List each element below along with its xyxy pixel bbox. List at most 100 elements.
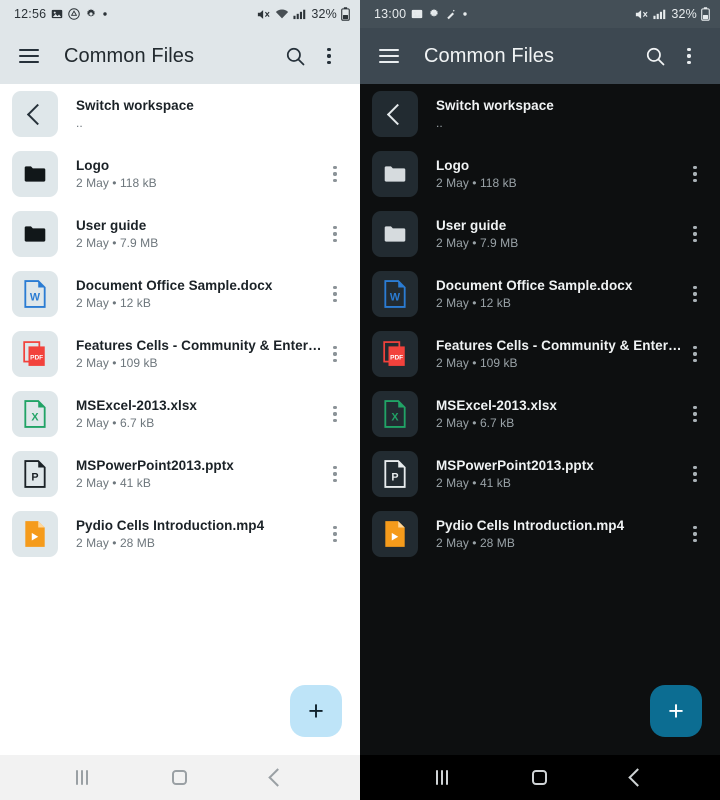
file-overflow-icon[interactable] [322,465,348,483]
file-row[interactable]: X MSExcel-2013.xlsx 2 May • 6.7 kB [360,384,720,444]
app-bar: Common Files [0,28,360,84]
hamburger-icon[interactable] [16,43,42,69]
add-fab[interactable]: + [650,685,702,737]
drive-icon [68,8,81,20]
file-overflow-icon[interactable] [322,525,348,543]
file-row[interactable]: P MSPowerPoint2013.pptx 2 May • 41 kB [360,444,720,504]
back-icon[interactable] [268,768,287,787]
status-right-group: 32% [635,7,710,21]
file-row[interactable]: Pydio Cells Introduction.mp4 2 May • 28 M… [0,504,360,564]
switch-workspace-sub: .. [436,116,443,130]
file-overflow-icon[interactable] [682,405,708,423]
file-list[interactable]: Switch workspace.. Logo 2 May • 118 kB User… [360,84,720,755]
file-name: MSExcel-2013.xlsx [436,398,557,413]
image-icon [411,8,423,20]
file-row[interactable]: User guide 2 May • 7.9 MB [0,204,360,264]
file-name: Logo [76,158,110,173]
file-name: Pydio Cells Introduction.mp4 [436,518,625,533]
file-row[interactable]: User guide 2 May • 7.9 MB [360,204,720,264]
file-row[interactable]: PDF Features Cells - Community & Enterpr…… [0,324,360,384]
switch-workspace-row[interactable]: Switch workspace.. [360,84,720,144]
gear-icon [428,8,440,20]
file-row[interactable]: W Document Office Sample.docx 2 May • 12 k… [360,264,720,324]
phone-screen-light: 12:56 32% Common Files Switch workspace.. Lo… [0,0,360,800]
mute-icon [257,8,271,21]
file-overflow-icon[interactable] [322,405,348,423]
file-row[interactable]: Pydio Cells Introduction.mp4 2 May • 28 M… [360,504,720,564]
file-meta: 2 May • 7.9 MB [76,236,159,250]
wifi-icon [275,8,289,20]
file-type-icon-pdf: PDF [372,331,418,377]
file-type-icon-folder [372,211,418,257]
home-icon[interactable] [532,770,547,785]
file-meta: 2 May • 109 kB [436,356,518,370]
file-type-icon-folder [372,151,418,197]
file-overflow-icon[interactable] [682,345,708,363]
battery-percent: 32% [671,7,697,21]
gear-icon [85,8,97,20]
dual-phone-comparison: 12:56 32% Common Files Switch workspace.. Lo… [0,0,720,800]
file-overflow-icon[interactable] [682,525,708,543]
file-type-icon-folder [12,151,58,197]
file-row[interactable]: PDF Features Cells - Community & Enterpr…… [360,324,720,384]
file-type-icon-video [372,511,418,557]
file-meta: 2 May • 118 kB [76,176,157,190]
file-type-icon-excel: X [12,391,58,437]
search-icon[interactable] [278,39,312,73]
file-overflow-icon[interactable] [322,165,348,183]
file-overflow-icon[interactable] [322,345,348,363]
file-row[interactable]: P MSPowerPoint2013.pptx 2 May • 41 kB [0,444,360,504]
search-icon[interactable] [638,39,672,73]
recent-apps-icon[interactable] [436,770,448,785]
file-overflow-icon[interactable] [682,225,708,243]
file-row[interactable]: W Document Office Sample.docx 2 May • 12 k… [0,264,360,324]
app-bar: Common Files [360,28,720,84]
svg-text:PDF: PDF [30,354,43,361]
file-name: MSPowerPoint2013.pptx [436,458,594,473]
file-type-icon-pdf: PDF [12,331,58,377]
recent-apps-icon[interactable] [76,770,88,785]
page-title: Common Files [64,44,195,67]
file-meta: 2 May • 12 kB [76,296,151,310]
file-row[interactable]: Logo 2 May • 118 kB [360,144,720,204]
back-chevron-icon [12,91,58,137]
file-row[interactable]: Logo 2 May • 118 kB [0,144,360,204]
file-name: Document Office Sample.docx [436,278,633,293]
switch-workspace-label: Switch workspace [436,98,554,113]
file-list[interactable]: Switch workspace.. Logo 2 May • 118 kB User… [0,84,360,755]
svg-text:X: X [391,411,399,423]
kebab-menu-icon[interactable] [672,39,706,73]
back-icon[interactable] [628,768,647,787]
battery-icon [341,7,350,21]
file-overflow-icon[interactable] [322,285,348,303]
svg-text:P: P [391,471,398,483]
home-icon[interactable] [172,770,187,785]
file-meta: 2 May • 41 kB [76,476,151,490]
file-meta: 2 May • 109 kB [76,356,158,370]
svg-text:P: P [31,471,38,483]
signal-icon [653,8,667,20]
svg-text:PDF: PDF [390,354,403,361]
file-meta: 2 May • 28 MB [436,536,515,550]
file-overflow-icon[interactable] [682,165,708,183]
dot-icon [102,11,108,17]
status-time: 13:00 [374,7,407,21]
hamburger-icon[interactable] [376,43,402,69]
file-type-icon-excel: X [372,391,418,437]
status-time: 12:56 [14,7,47,21]
status-right-group: 32% [257,7,350,21]
file-overflow-icon[interactable] [322,225,348,243]
phone-screen-dark: 13:00 32% Common Files Switch workspace.. Lo… [360,0,720,800]
battery-percent: 32% [311,7,337,21]
switch-workspace-row[interactable]: Switch workspace.. [0,84,360,144]
battery-icon [701,7,710,21]
file-overflow-icon[interactable] [682,285,708,303]
file-overflow-icon[interactable] [682,465,708,483]
svg-text:X: X [31,411,39,423]
file-meta: 2 May • 41 kB [436,476,511,490]
file-row[interactable]: X MSExcel-2013.xlsx 2 May • 6.7 kB [0,384,360,444]
page-title: Common Files [424,44,555,67]
kebab-menu-icon[interactable] [312,39,346,73]
add-fab[interactable]: + [290,685,342,737]
switch-workspace-sub: .. [76,116,83,130]
